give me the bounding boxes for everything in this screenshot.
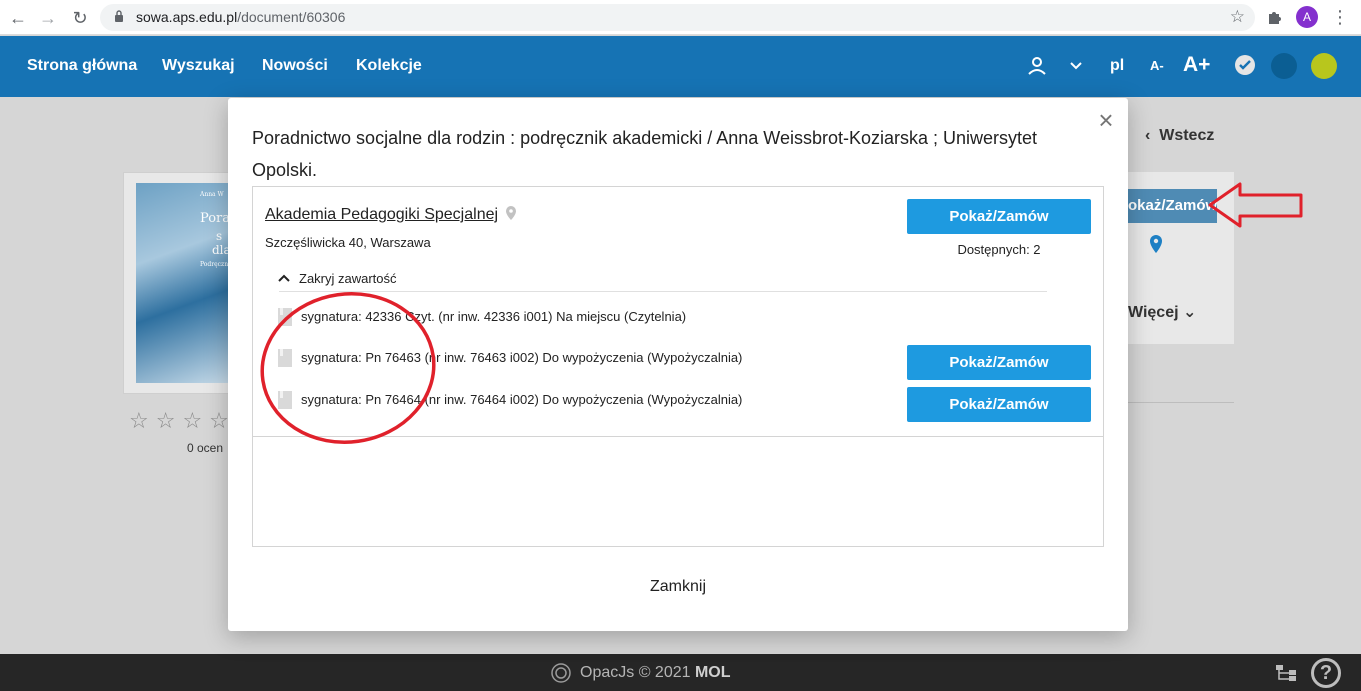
address-bar[interactable]: sowa.aps.edu.pl/document/60306 ☆ [100,4,1255,31]
extensions-puzzle-icon[interactable] [1266,8,1284,26]
copy-item-2: sygnatura: Pn 76463 (nr inw. 76463 i002)… [301,350,743,365]
cover-author: Anna W [200,191,224,198]
language-switch[interactable]: pl [1110,57,1124,75]
more-label: Więcej [1128,304,1179,321]
opacjs-logo-icon [551,663,571,683]
order-button-copy-3[interactable]: Pokaż/Zamów [907,387,1091,422]
library-address: Szczęśliwicka 40, Warszawa [265,235,431,250]
close-icon[interactable]: × [1094,107,1118,133]
help-icon[interactable]: ? [1311,658,1341,688]
book-cover-image: Anna W Porad s dla Podręczni [136,183,238,383]
theme-lime-swatch[interactable] [1311,53,1337,79]
reload-icon[interactable]: ↻ [68,6,92,30]
collapse-toggle-label[interactable]: Zakryj zawartość [299,271,397,286]
holdings-dialog: × Poradnictwo socjalne dla rodzin : podr… [228,98,1128,631]
nav-search[interactable]: Wyszukaj [162,57,235,75]
more-toggle[interactable]: Więcej ⌄ [1128,302,1196,322]
nav-new[interactable]: Nowości [262,57,328,75]
map-pin-icon[interactable] [1148,234,1164,256]
back-arrow-icon[interactable]: ← [6,6,30,30]
book-icon [278,391,292,409]
cover-title-2: s [216,229,223,243]
url-path: /document/60306 [237,9,346,25]
nav-collections[interactable]: Kolekcje [356,57,422,75]
user-icon[interactable] [1027,56,1047,76]
lock-icon [115,10,123,22]
contrast-check-icon[interactable] [1234,54,1256,76]
browser-menu-icon[interactable]: ⋮ [1331,6,1349,28]
chevron-up-icon[interactable] [277,271,291,285]
back-link-label: Wstecz [1159,127,1215,144]
profile-avatar[interactable]: A [1296,6,1318,28]
box-divider [253,436,1103,437]
browser-toolbar: ← → ↻ sowa.aps.edu.pl/document/60306 ☆ A… [0,0,1361,35]
nav-home[interactable]: Strona główna [27,57,137,75]
cover-subtitle: Podręczni [200,261,230,268]
footer-copyright: OpacJs © 2021 MOL [580,664,731,682]
theme-dark-swatch[interactable] [1271,53,1297,79]
url-text: sowa.aps.edu.pl/document/60306 [136,9,345,25]
back-link[interactable]: ‹ Wstecz [1145,127,1214,145]
footer-text: OpacJs © 2021 [580,664,691,681]
book-icon [278,349,292,367]
holdings-box: Akademia Pedagogiki Specjalnej Szczęśliw… [252,186,1104,547]
forward-arrow-icon[interactable]: → [36,6,60,30]
divider [1128,402,1234,403]
copy-item-3: sygnatura: Pn 76464 (nr inw. 76464 i002)… [301,392,743,407]
sitemap-icon[interactable] [1275,664,1297,682]
location-pin-icon[interactable] [505,205,517,221]
rating-stars[interactable]: ☆☆☆☆ [129,408,236,434]
app-header: Strona główna Wyszukaj Nowości Kolekcje … [0,36,1361,97]
url-host: sowa.aps.edu.pl [136,9,238,25]
dialog-title: Poradnictwo socjalne dla rodzin : podręc… [252,128,1038,180]
book-cover-card: Anna W Porad s dla Podręczni [123,172,238,394]
library-name-link[interactable]: Akademia Pedagogiki Specjalnej [265,206,498,224]
font-smaller-button[interactable]: A- [1150,58,1164,73]
toggle-divider [279,291,1047,292]
book-icon [278,308,292,326]
page-footer: OpacJs © 2021 MOL ? [0,654,1361,691]
order-button-copy-2[interactable]: Pokaż/Zamów [907,345,1091,380]
side-order-button[interactable]: Pokaż/Zamów [1128,189,1217,223]
font-larger-button[interactable]: A+ [1183,53,1210,77]
copy-item-1: sygnatura: 42336 Czyt. (nr inw. 42336 i0… [301,309,687,324]
footer-brand: MOL [694,664,731,681]
chevron-down-icon[interactable] [1069,60,1083,72]
available-count: Dostępnych: 2 [957,242,1041,257]
bookmark-star-icon[interactable]: ☆ [1230,7,1245,27]
ratings-count: 0 ocen [187,441,224,455]
order-button-library[interactable]: Pokaż/Zamów [907,199,1091,234]
dialog-close-button[interactable]: Zamknij [628,578,728,596]
